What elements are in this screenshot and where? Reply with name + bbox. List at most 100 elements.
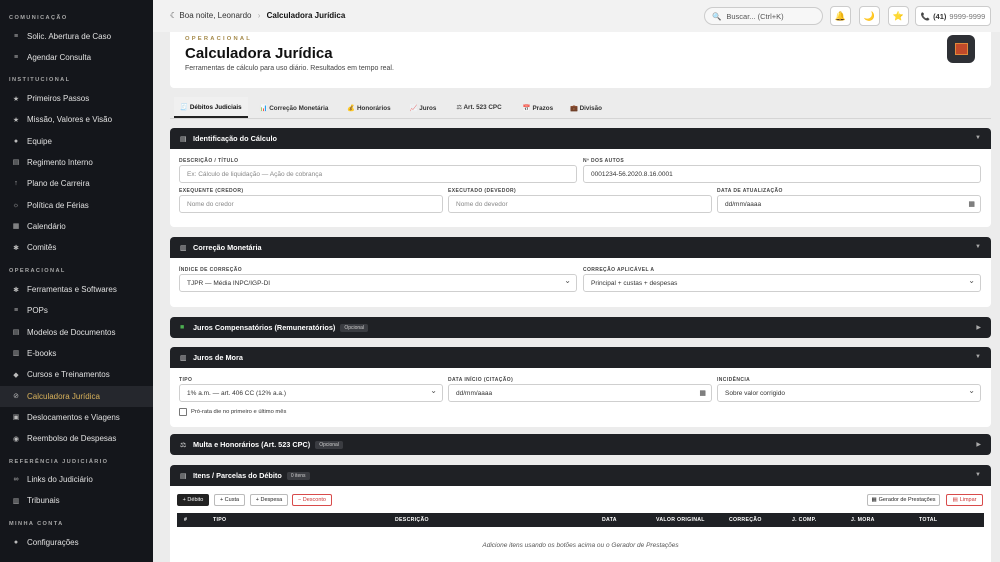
correcao-panel: ▥ Correção Monetária ▼ ÍNDICE DE CORREÇÃ… bbox=[170, 237, 991, 307]
col-data: DATA bbox=[602, 517, 617, 523]
star-icon: ★ bbox=[12, 116, 20, 124]
sidebar-item-label: Plano de Carreira bbox=[27, 179, 90, 189]
correcao-header[interactable]: ▥ Correção Monetária ▼ bbox=[170, 237, 991, 258]
search-placeholder: Buscar... (Ctrl+K) bbox=[726, 11, 784, 21]
sidebar-item[interactable]: ▥ E-books bbox=[0, 343, 153, 364]
sidebar-item[interactable]: ☼ Política de Férias bbox=[0, 195, 153, 216]
tab[interactable]: 📊 Correção Monetária bbox=[253, 97, 335, 118]
chevron-down-icon[interactable]: ▼ bbox=[975, 354, 981, 360]
tab[interactable]: 📅 Prazos bbox=[516, 97, 560, 118]
sidebar-item[interactable]: ≡ Solic. Abertura de Caso bbox=[0, 26, 153, 47]
chevron-down-icon[interactable]: ▼ bbox=[975, 135, 981, 141]
itens-header[interactable]: ▤ Itens / Parcelas do Débito 0 itens ▼ bbox=[170, 465, 991, 486]
sidebar-item-label: Política de Férias bbox=[27, 200, 89, 210]
col-correcao: CORREÇÃO bbox=[729, 517, 762, 523]
sidebar-item[interactable]: ▤ Regimento Interno bbox=[0, 152, 153, 173]
sidebar-item-label: Missão, Valores e Visão bbox=[27, 115, 113, 125]
tab[interactable]: ⚖ Art. 523 CPC bbox=[447, 97, 511, 118]
descricao-input[interactable]: Ex: Cálculo de liquidação — Ação de cobr… bbox=[179, 165, 577, 183]
trash-icon: ▤ bbox=[952, 497, 958, 503]
tab[interactable]: 🧾 Débitos Judiciais bbox=[174, 97, 248, 118]
col-tipo: TIPO bbox=[213, 517, 227, 523]
sidebar-item[interactable]: ✱ Ferramentas e Softwares bbox=[0, 279, 153, 300]
sidebar-item[interactable]: ≡ POPs bbox=[0, 300, 153, 321]
sidebar-item[interactable]: ▤ Modelos de Documentos bbox=[0, 322, 153, 343]
calendar-icon: ▦ bbox=[871, 497, 877, 503]
favorites-button[interactable]: ⭐ bbox=[888, 6, 909, 26]
sidebar-item-label: Links do Judiciário bbox=[27, 475, 93, 484]
document-icon: ▤ bbox=[180, 135, 187, 143]
sidebar-item[interactable]: ⊘ Calculadora Jurídica bbox=[0, 385, 153, 407]
sidebar-item[interactable]: ★ Missão, Valores e Visão bbox=[0, 109, 153, 130]
tab[interactable]: 📈 Juros bbox=[404, 97, 442, 118]
sidebar-item[interactable]: ★ Primeiros Passos bbox=[0, 88, 153, 109]
identificacao-header[interactable]: ▤ Identificação do Cálculo ▼ bbox=[170, 128, 991, 149]
autos-input[interactable]: 0001234-56.2020.8.16.0001 bbox=[583, 165, 981, 183]
add-desconto-button[interactable]: − Desconto bbox=[292, 494, 332, 506]
search-input[interactable]: 🔍 Buscar... (Ctrl+K) bbox=[704, 7, 823, 25]
phone-button[interactable]: 📞 (41) 9999-9999 bbox=[915, 6, 991, 26]
sidebar-item[interactable]: ↑ Plano de Carreira bbox=[0, 173, 153, 194]
sidebar-item-label: Calculadora Jurídica bbox=[27, 391, 100, 401]
sidebar-item[interactable]: ◆ Cursos e Treinamentos bbox=[0, 364, 153, 385]
prorata-label: Pró-rata die no primeiro e último mês bbox=[191, 409, 287, 415]
add-debito-button[interactable]: + Débito bbox=[177, 494, 209, 506]
sidebar-section-title: COMUNICAÇÃO bbox=[9, 15, 68, 21]
prorata-checkbox[interactable] bbox=[179, 408, 187, 416]
tab[interactable]: 💰 Honorários bbox=[340, 97, 398, 118]
sidebar-item[interactable]: ● Configurações bbox=[0, 532, 153, 553]
multa-header[interactable]: ⚖ Multa e Honorários (Art. 523 CPC) Opci… bbox=[170, 434, 991, 455]
calculator-icon: ⊘ bbox=[13, 393, 19, 400]
limpar-button[interactable]: ▤ Limpar bbox=[946, 494, 983, 506]
moon-icon: ☾ bbox=[170, 11, 178, 20]
breadcrumb: ☾ Boa noite, Leonardo › Calculadora Jurí… bbox=[170, 11, 345, 20]
juros-comp-header[interactable]: ■ Juros Compensatórios (Remuneratórios) … bbox=[170, 317, 991, 338]
sidebar-item[interactable]: ● Equipe bbox=[0, 131, 153, 152]
sidebar-item[interactable]: ∞ Links do Judiciário bbox=[0, 469, 153, 490]
sidebar-item-label: Primeiros Passos bbox=[27, 94, 90, 103]
data-atualizacao-input[interactable]: dd/mm/aaaa ▦ bbox=[717, 195, 981, 213]
sidebar-item-label: Calendário bbox=[27, 221, 66, 231]
document-icon: ▤ bbox=[12, 159, 20, 167]
document-icon: ▤ bbox=[180, 472, 187, 480]
sidebar-item[interactable]: ✱ Comitês bbox=[0, 237, 153, 258]
indice-select[interactable]: TJPR — Média INPC/IGP-DI bbox=[179, 274, 577, 292]
add-despesa-button[interactable]: + Despesa bbox=[250, 494, 288, 506]
calendar-icon[interactable]: ▦ bbox=[699, 389, 706, 397]
moon-icon: 🌙 bbox=[863, 10, 876, 21]
executado-input[interactable]: Nome do devedor bbox=[448, 195, 712, 213]
incidencia-select[interactable]: Sobre valor corrigido bbox=[717, 384, 981, 402]
chart-icon: ▥ bbox=[180, 244, 187, 252]
chevron-right-icon[interactable]: ▶ bbox=[976, 441, 981, 448]
aplicavel-label: CORREÇÃO APLICÁVEL A bbox=[583, 267, 655, 273]
sidebar-item-label: Cursos e Treinamentos bbox=[27, 370, 110, 380]
checkbox-icon: ■ bbox=[180, 324, 185, 331]
theme-toggle-button[interactable]: 🌙 bbox=[859, 6, 880, 26]
tab[interactable]: 💼 Divisão bbox=[566, 97, 606, 118]
juros-mora-header[interactable]: ▥ Juros de Mora ▼ bbox=[170, 347, 991, 368]
data-citacao-input[interactable]: dd/mm/aaaa ▦ bbox=[448, 384, 712, 402]
chevron-down-icon[interactable]: ▼ bbox=[975, 244, 981, 250]
sidebar-item-label: Regimento Interno bbox=[27, 157, 93, 167]
arrow-up-icon: ↑ bbox=[14, 180, 18, 188]
sidebar-item[interactable]: ▣ Deslocamentos e Viagens bbox=[0, 407, 153, 428]
chevron-down-icon[interactable]: ▼ bbox=[975, 472, 981, 478]
data-citacao-value: dd/mm/aaaa bbox=[456, 389, 493, 397]
building-icon: ▥ bbox=[12, 497, 20, 505]
chevron-right-icon[interactable]: ▶ bbox=[976, 324, 981, 331]
exequente-input[interactable]: Nome do credor bbox=[179, 195, 443, 213]
sidebar-item[interactable]: ▦ Calendário bbox=[0, 216, 153, 237]
gerador-prestacoes-button[interactable]: ▦ Gerador de Prestações bbox=[867, 494, 940, 506]
sidebar-item[interactable]: ≡ Agendar Consulta bbox=[0, 47, 153, 68]
notifications-button[interactable]: 🔔 bbox=[830, 6, 851, 26]
correcao-title: Correção Monetária bbox=[193, 243, 262, 252]
add-custa-button[interactable]: + Custa bbox=[214, 494, 245, 506]
tipo-select[interactable]: 1% a.m. — art. 406 CC (12% a.a.) bbox=[179, 384, 443, 402]
aplicavel-select[interactable]: Principal + custas + despesas bbox=[583, 274, 981, 292]
sidebar-item-label: Equipe bbox=[27, 136, 52, 146]
items-table-header: # TIPO DESCRIÇÃO DATA VALOR ORIGINAL COR… bbox=[177, 513, 984, 527]
sidebar-section-title: MINHA CONTA bbox=[9, 521, 64, 527]
calendar-icon[interactable]: ▦ bbox=[968, 200, 975, 208]
sidebar-item[interactable]: ▥ Tribunais bbox=[0, 490, 153, 511]
sidebar-item[interactable]: ◉ Reembolso de Despesas bbox=[0, 428, 153, 449]
